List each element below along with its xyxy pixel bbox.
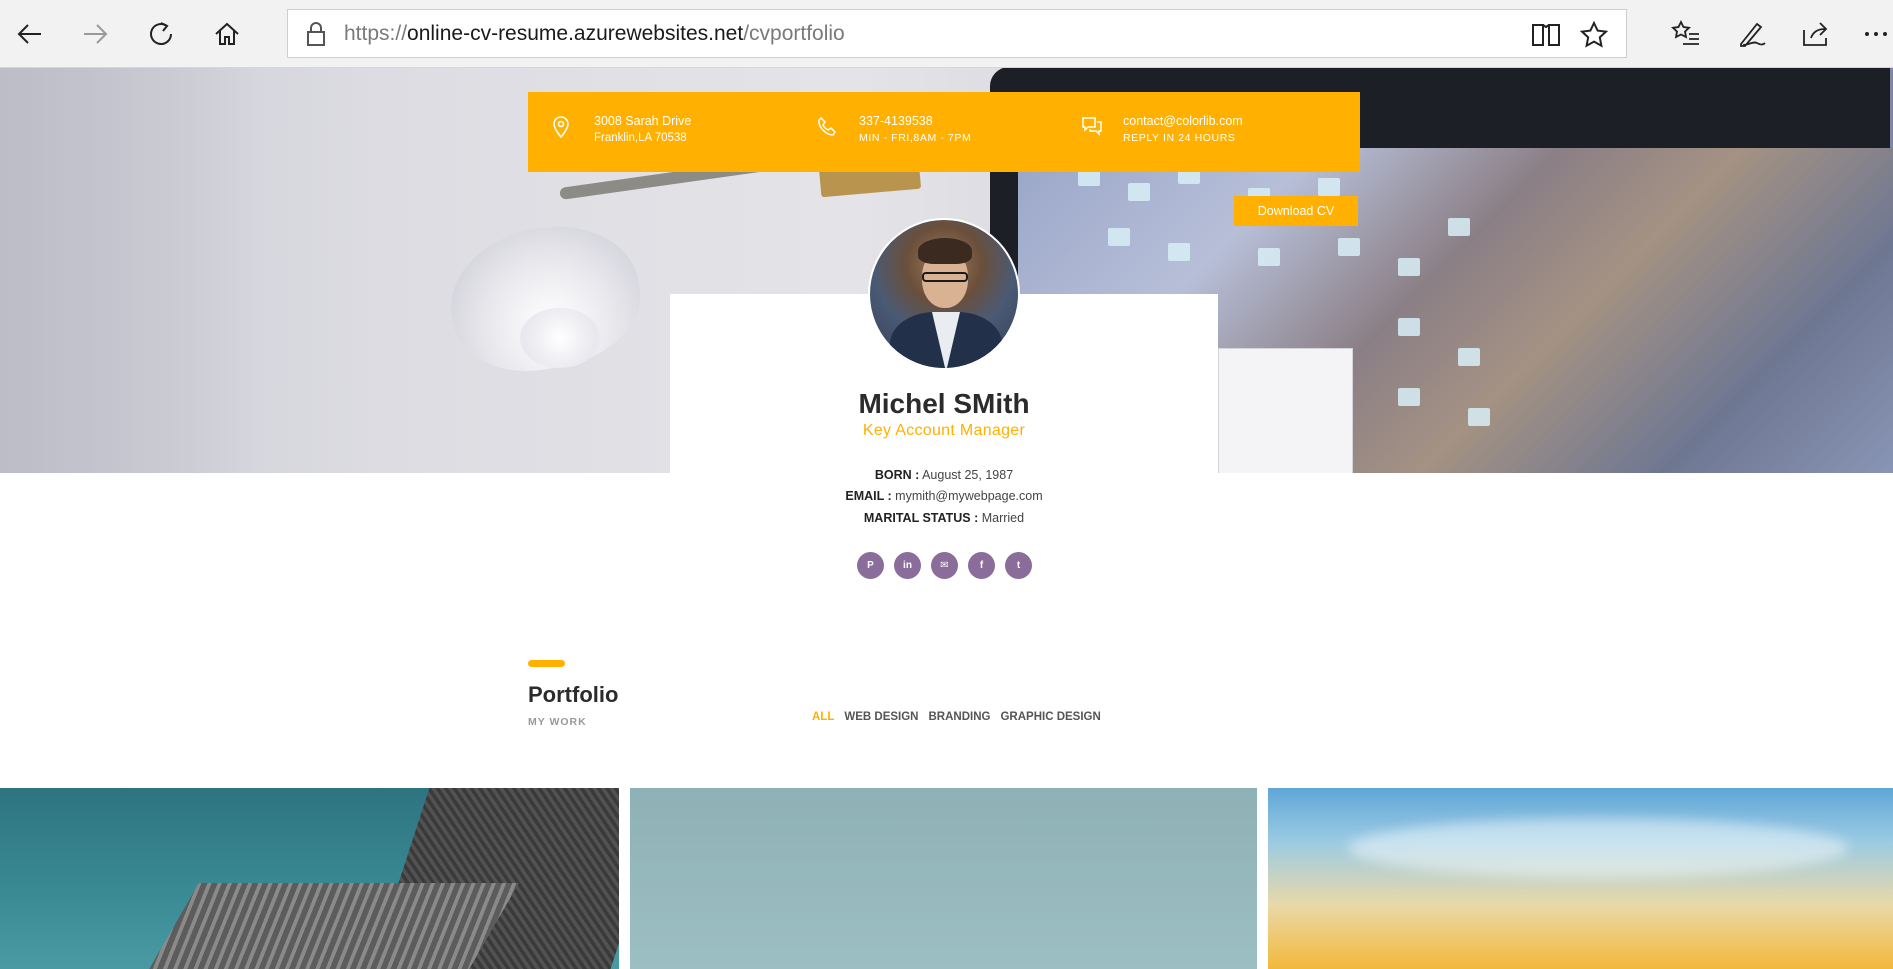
portfolio-filters: ALL WEB DESIGN BRANDING GRAPHIC DESIGN (812, 711, 1101, 723)
address-info: 3008 Sarah Drive Franklin,LA 70538 (552, 112, 691, 147)
marital-value: Married (981, 511, 1025, 525)
back-arrow-icon (17, 24, 41, 44)
lock-icon (288, 21, 344, 47)
star-icon (1580, 21, 1608, 48)
born-row: BORN : August 25, 1987 (670, 468, 1218, 482)
email-value: mymith@mywebpage.com (895, 489, 1043, 503)
facebook-icon[interactable]: f (968, 552, 995, 579)
email-info: contact@colorlib.com REPLY IN 24 HOURS (1081, 112, 1243, 147)
url-text: https://online-cv-resume.azurewebsites.n… (344, 21, 845, 45)
portfolio-item-sunset[interactable] (1268, 788, 1893, 969)
filter-all[interactable]: ALL (812, 711, 834, 723)
profile-role: Key Account Manager (862, 422, 1026, 439)
marital-row: MARITAL STATUS : Married (670, 511, 1218, 525)
chat-bubble-icon (1081, 116, 1105, 140)
phone-number: 337-4139538 (859, 114, 933, 128)
refresh-icon (150, 22, 172, 45)
back-button[interactable] (10, 14, 50, 54)
share-button[interactable] (1796, 14, 1836, 54)
contact-bar: 3008 Sarah Drive Franklin,LA 70538 337-4… (528, 92, 1360, 172)
email-row: EMAIL : mymith@mywebpage.com (670, 489, 1218, 503)
pinterest-icon[interactable]: P (857, 552, 884, 579)
address-line-1: 3008 Sarah Drive (594, 114, 692, 128)
home-icon (215, 22, 239, 45)
reply-time: REPLY IN 24 HOURS (1123, 132, 1236, 144)
filter-web-design[interactable]: WEB DESIGN (844, 711, 918, 723)
browser-toolbar: https://online-cv-resume.azurewebsites.n… (0, 0, 1893, 68)
portfolio-subtitle: MY WORK (528, 716, 587, 728)
section-accent-bar (528, 660, 565, 667)
forward-arrow-icon (84, 24, 108, 44)
linkedin-icon[interactable]: in (894, 552, 921, 579)
share-icon (1803, 22, 1828, 46)
phone-hours: MIN - FRI,8AM - 7PM (859, 132, 972, 144)
notes-button[interactable] (1732, 14, 1772, 54)
home-button[interactable] (207, 14, 247, 54)
book-icon (1532, 24, 1560, 46)
web-page: 3008 Sarah Drive Franklin,LA 70538 337-4… (0, 68, 1893, 969)
contact-email[interactable]: contact@colorlib.com (1123, 112, 1243, 130)
favorite-button[interactable] (1576, 17, 1612, 53)
pen-icon (1740, 22, 1766, 47)
twitter-icon[interactable]: t (1005, 552, 1032, 579)
favorites-list-icon (1671, 20, 1699, 45)
email-label: EMAIL : (845, 489, 892, 503)
refresh-button[interactable] (141, 14, 181, 54)
portfolio-item-architecture[interactable] (0, 788, 619, 969)
filter-branding[interactable]: BRANDING (928, 711, 990, 723)
filter-graphic-design[interactable]: GRAPHIC DESIGN (1000, 711, 1100, 723)
phone-icon (817, 116, 841, 140)
address-line-2: Franklin,LA 70538 (594, 132, 687, 144)
address-bar[interactable]: https://online-cv-resume.azurewebsites.n… (287, 9, 1627, 58)
profile-avatar (868, 218, 1020, 370)
portfolio-grid (0, 788, 1893, 969)
email-icon[interactable]: ✉ (931, 552, 958, 579)
born-label: BORN : (874, 468, 920, 482)
social-links: P in ✉ f t (857, 552, 1032, 579)
born-value: August 25, 1987 (922, 468, 1014, 482)
marital-label: MARITAL STATUS : (863, 511, 979, 525)
reading-view-button[interactable] (1528, 17, 1564, 53)
phone-info: 337-4139538 MIN - FRI,8AM - 7PM (817, 112, 971, 147)
favorites-hub-button[interactable] (1666, 14, 1706, 54)
more-dots-icon (1865, 32, 1887, 36)
more-button[interactable] (1856, 14, 1893, 54)
profile-name: Michel SMith (858, 388, 1030, 419)
portfolio-title: Portfolio (528, 682, 619, 707)
portfolio-item-sky[interactable] (630, 788, 1257, 969)
map-pin-icon (552, 116, 576, 140)
download-cv-button[interactable]: Download CV (1234, 196, 1358, 226)
forward-button[interactable] (75, 14, 115, 54)
